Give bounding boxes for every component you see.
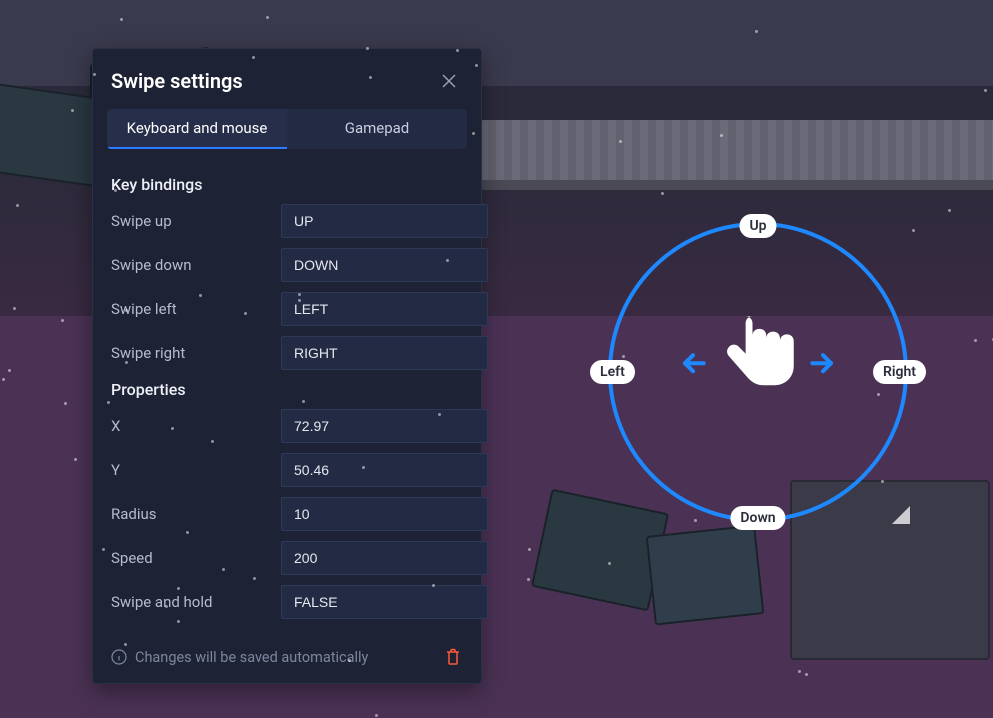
arrow-right-icon [807,347,839,379]
arrow-left-icon [677,347,709,379]
info-icon [111,649,127,665]
resize-handle[interactable] [892,506,910,524]
swipe-overlay[interactable]: Up Down Left Right [608,222,908,522]
tab-keyboard-mouse[interactable]: Keyboard and mouse [107,109,287,149]
label-speed: Speed [111,549,281,567]
row-x: X [111,409,463,443]
input-swipe-hold[interactable] [281,585,488,619]
footer-info: Changes will be saved automatically [111,649,368,666]
row-y: Y [111,453,463,487]
section-properties-title: Properties [111,380,463,399]
row-speed: Speed [111,541,463,575]
label-swipe-right: Swipe right [111,344,281,362]
input-y[interactable] [281,453,488,487]
direction-label-up[interactable]: Up [739,214,776,238]
swipe-settings-panel: Swipe settings Keyboard and mouse Gamepa… [92,48,482,684]
input-swipe-up[interactable] [281,204,488,238]
row-swipe-left: Swipe left [111,292,463,326]
bg-crate [0,82,100,187]
panel-footer: Changes will be saved automatically [93,635,481,683]
direction-label-left[interactable]: Left [590,360,635,384]
bg-crate [646,524,765,625]
input-swipe-down[interactable] [281,248,488,282]
swipe-hand-indicator [677,308,839,418]
label-x: X [111,417,281,435]
panel-header: Swipe settings [93,49,481,109]
delete-button[interactable] [443,647,463,667]
row-radius: Radius [111,497,463,531]
label-radius: Radius [111,505,281,523]
row-swipe-right: Swipe right [111,336,463,370]
swipe-circle[interactable]: Up Down Left Right [608,222,908,522]
label-swipe-up: Swipe up [111,212,281,230]
bg-platform [480,120,993,190]
label-swipe-hold: Swipe and hold [111,593,281,611]
tabs: Keyboard and mouse Gamepad [107,109,467,149]
input-swipe-right[interactable] [281,336,488,370]
input-radius[interactable] [281,497,488,531]
hand-pointer-icon [713,308,803,418]
tab-gamepad[interactable]: Gamepad [287,109,467,149]
label-swipe-left: Swipe left [111,300,281,318]
direction-label-down[interactable]: Down [730,506,785,530]
label-y: Y [111,461,281,479]
label-swipe-down: Swipe down [111,256,281,274]
input-speed[interactable] [281,541,488,575]
input-swipe-left[interactable] [281,292,488,326]
close-icon [439,71,459,91]
close-button[interactable] [435,67,463,95]
trash-icon [447,650,459,665]
panel-title: Swipe settings [111,69,243,93]
row-swipe-down: Swipe down [111,248,463,282]
input-x[interactable] [281,409,488,443]
panel-body: Key bindings Swipe up Swipe down Swipe l… [93,155,481,635]
footer-message: Changes will be saved automatically [135,649,368,666]
direction-label-right[interactable]: Right [873,360,926,384]
row-swipe-hold: Swipe and hold [111,585,463,619]
section-keybindings-title: Key bindings [111,175,463,194]
row-swipe-up: Swipe up [111,204,463,238]
